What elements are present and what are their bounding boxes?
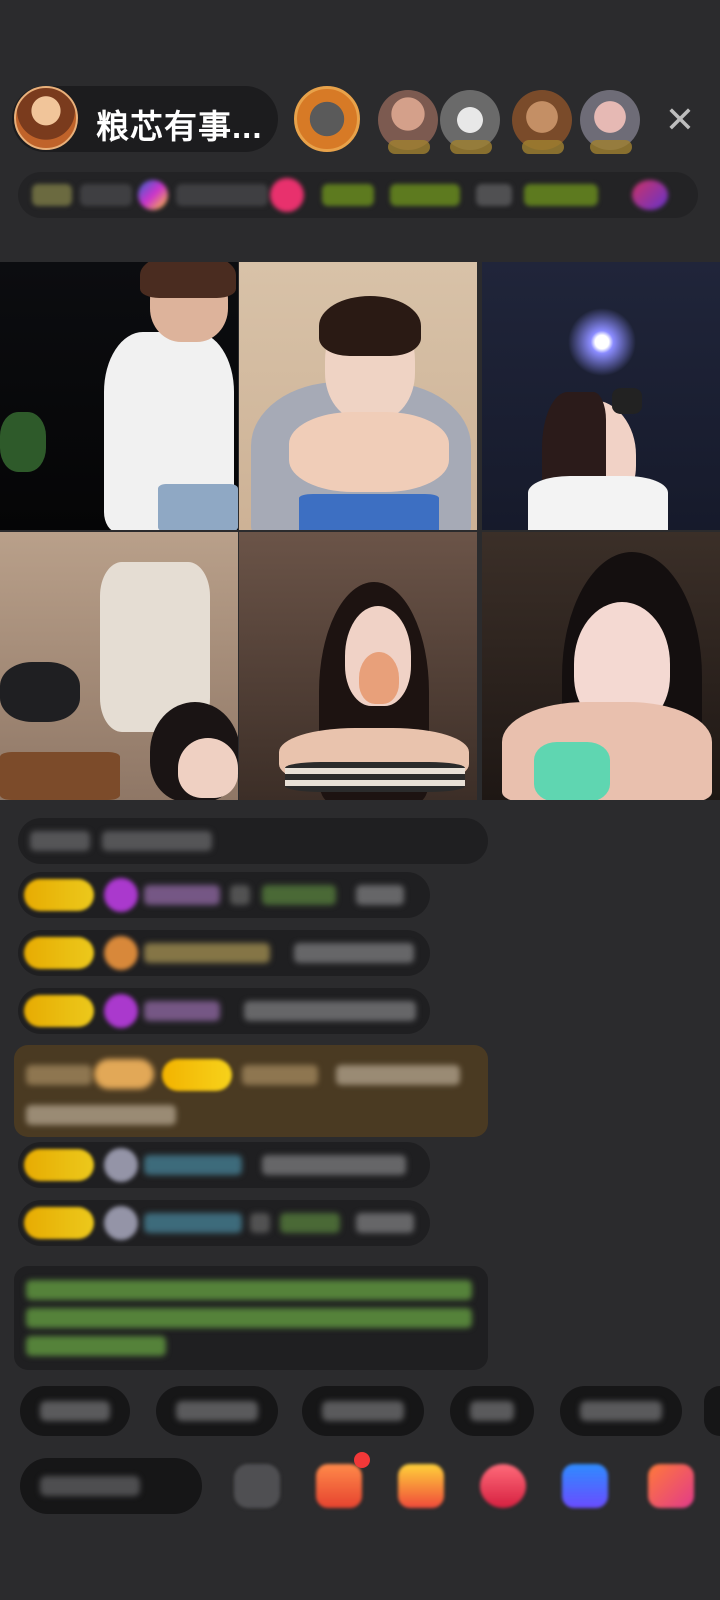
viewer-avatar-1[interactable] bbox=[294, 86, 360, 152]
level-badge bbox=[162, 1059, 232, 1091]
chat-message[interactable] bbox=[18, 930, 430, 976]
chat-message[interactable] bbox=[18, 1200, 430, 1246]
level-badge bbox=[24, 937, 94, 969]
blurred-label bbox=[176, 184, 268, 206]
quick-reply-chip[interactable] bbox=[560, 1386, 682, 1436]
gift-box-icon[interactable] bbox=[316, 1464, 362, 1508]
room-tags-bar[interactable] bbox=[18, 172, 698, 218]
quick-reply-chip[interactable] bbox=[156, 1386, 278, 1436]
emoji-icon[interactable] bbox=[234, 1464, 280, 1508]
blurred-tag bbox=[390, 184, 460, 206]
video-tile-5[interactable] bbox=[239, 532, 477, 800]
chat-message[interactable] bbox=[18, 988, 430, 1034]
notification-dot bbox=[354, 1452, 370, 1468]
fan-badge-icon bbox=[104, 936, 138, 970]
user-avatar bbox=[104, 1148, 138, 1182]
rank-icon bbox=[32, 184, 72, 206]
chat-message[interactable] bbox=[18, 1142, 430, 1188]
fan-badge-icon bbox=[104, 878, 138, 912]
quick-reply-chip[interactable] bbox=[302, 1386, 424, 1436]
viewer-rank-badge bbox=[590, 140, 632, 154]
video-tile-3[interactable] bbox=[482, 262, 720, 530]
multi-guest-video-grid bbox=[0, 262, 720, 802]
chat-input[interactable] bbox=[20, 1458, 202, 1514]
video-tile-2[interactable] bbox=[239, 262, 477, 530]
user-avatar bbox=[104, 1206, 138, 1240]
viewer-rank-badge bbox=[388, 140, 430, 154]
fan-badge-icon bbox=[104, 994, 138, 1028]
host-name[interactable]: 粮芯有事... bbox=[96, 100, 263, 148]
more-icon[interactable] bbox=[648, 1464, 694, 1508]
level-badge bbox=[24, 879, 94, 911]
fans-club-icon bbox=[138, 180, 168, 210]
video-tile-6[interactable] bbox=[482, 532, 720, 800]
red-packet-icon[interactable] bbox=[480, 1464, 526, 1508]
quick-reply-chip[interactable] bbox=[450, 1386, 534, 1436]
gift-message-banner[interactable] bbox=[14, 1045, 488, 1137]
blurred-tag bbox=[322, 184, 374, 206]
video-tile-1[interactable] bbox=[0, 262, 238, 530]
video-tile-4[interactable] bbox=[0, 532, 238, 800]
chat-message[interactable] bbox=[18, 872, 430, 918]
level-badge bbox=[24, 1207, 94, 1239]
level-badge bbox=[24, 1149, 94, 1181]
gift-icon[interactable] bbox=[398, 1464, 444, 1508]
blurred-tag bbox=[476, 184, 512, 206]
blurred-tag bbox=[524, 184, 598, 206]
badge-icon bbox=[632, 180, 668, 210]
viewer-rank-badge bbox=[450, 140, 492, 154]
blurred-label bbox=[80, 184, 132, 206]
chat-message[interactable] bbox=[18, 818, 488, 864]
room-notice bbox=[14, 1266, 488, 1370]
level-badge bbox=[24, 995, 94, 1027]
quick-reply-chip[interactable] bbox=[20, 1386, 130, 1436]
host-avatar[interactable] bbox=[14, 86, 78, 150]
quick-reply-chip[interactable] bbox=[704, 1386, 720, 1436]
gift-wall-icon bbox=[270, 178, 304, 212]
game-icon[interactable] bbox=[562, 1464, 608, 1508]
viewer-rank-badge bbox=[522, 140, 564, 154]
close-icon[interactable]: ✕ bbox=[660, 100, 700, 140]
